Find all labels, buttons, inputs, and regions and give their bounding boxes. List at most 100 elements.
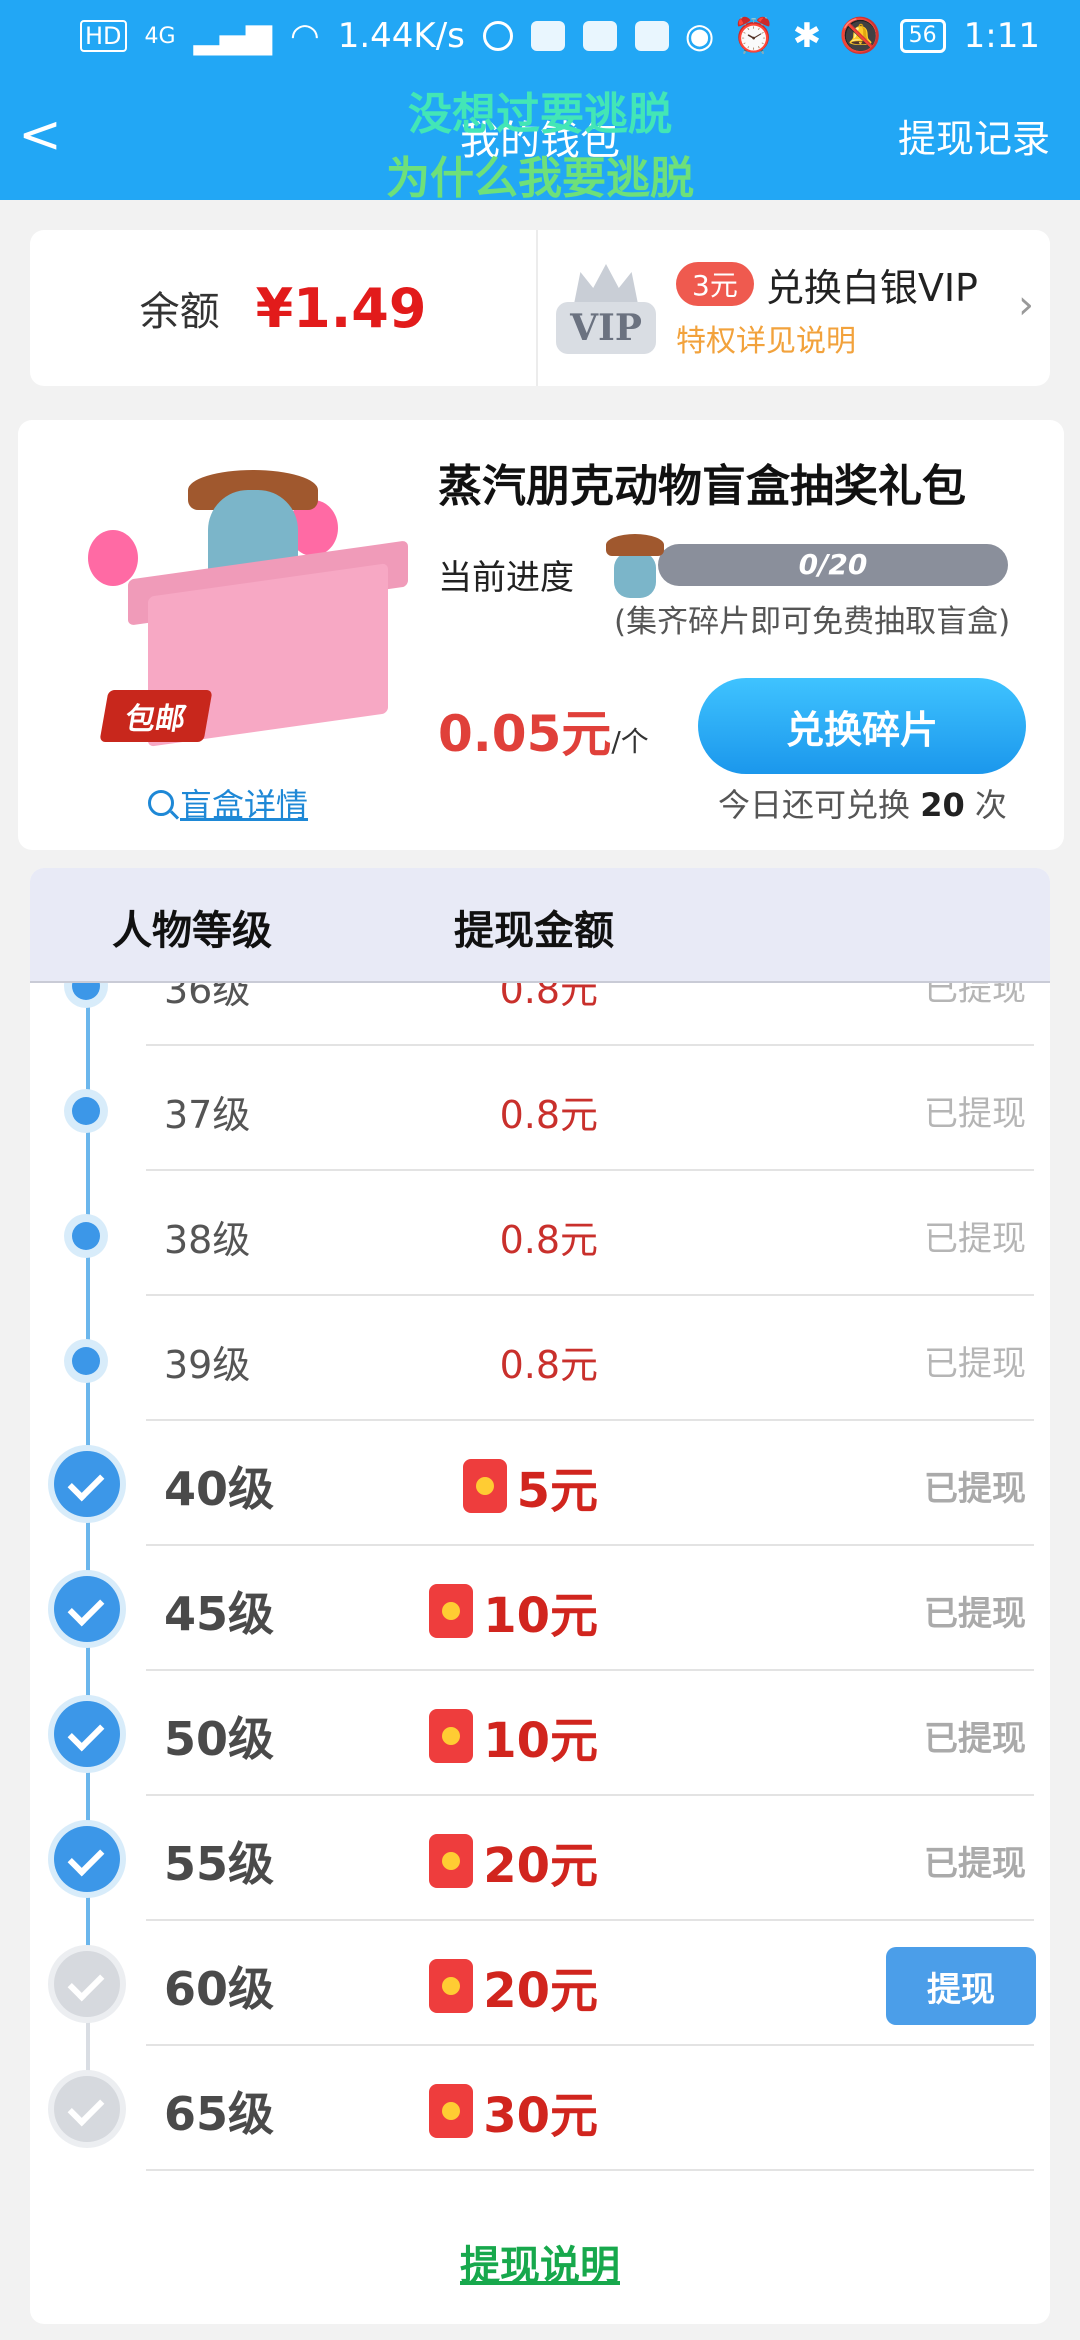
blind-box-detail-label: 盲盒详情: [180, 786, 309, 824]
row-amount: 5元: [516, 1463, 598, 1519]
blind-box-detail-link[interactable]: 盲盒详情: [148, 780, 308, 826]
withdraw-explain-link[interactable]: 提现说明: [30, 2233, 1050, 2291]
row-amount: 0.8元: [499, 983, 598, 1012]
app-notification-icon: [482, 21, 513, 51]
timeline-dot-icon: [64, 1339, 108, 1383]
withdraw-record-link[interactable]: 提现记录: [898, 108, 1050, 163]
progress-text: 0/20: [798, 548, 868, 581]
row-level: 36级: [164, 983, 251, 1012]
row-amount-group: 20元: [429, 1951, 598, 2021]
unit-price-value: 0.05元: [438, 705, 612, 763]
row-amount: 0.8元: [499, 1218, 598, 1262]
row-level: 38级: [164, 1218, 251, 1262]
clock: 1:11: [963, 16, 1040, 56]
red-envelope-icon: [429, 1584, 474, 1638]
red-envelope-icon: [462, 1459, 507, 1513]
row-status: 已提现: [924, 1594, 1026, 1634]
bluetooth-icon: ✱: [792, 16, 822, 56]
vip-title: 兑换白银VIP: [765, 265, 978, 310]
timeline-dot-icon: [64, 983, 108, 1008]
free-shipping-tag: 包邮: [99, 690, 213, 742]
red-envelope-icon: [429, 1709, 474, 1763]
vip-subtitle: 特权详见说明: [676, 323, 856, 359]
vip-badge-icon: VIP: [556, 258, 656, 358]
table-row: 36级 0.8元 已提现: [30, 983, 1050, 1046]
level-withdraw-card: 人物等级 提现金额 36级 0.8元 已提现 37级 0.8元 已提现 38级 …: [30, 868, 1050, 2324]
vip-exchange-entry[interactable]: VIP 3元 兑换白银VIP 特权详见说明 ›: [538, 230, 1050, 386]
row-level: 40级: [164, 1462, 275, 1516]
table-header: 人物等级 提现金额: [30, 868, 1050, 983]
table-row: 65级 30元: [30, 2046, 1050, 2171]
eye-icon: ◉: [684, 16, 715, 56]
table-row: 55级 20元 已提现: [30, 1796, 1050, 1921]
timeline-dot-icon: [64, 1214, 108, 1258]
battery-icon: 56: [899, 19, 946, 53]
row-status: 已提现: [924, 1344, 1026, 1384]
exchange-remaining: 今日还可兑换 20 次: [718, 780, 1007, 826]
app-notification-icon: [530, 21, 565, 51]
check-circle-icon: [54, 1576, 120, 1642]
status-bar: HD 4G ▂▄▆ ◠ 1.44K/s ◉ ⏰ ✱ 🔕 56 1:11: [0, 0, 1080, 72]
exchange-remaining-count: 20: [920, 786, 965, 824]
row-status: 已提现: [924, 1094, 1026, 1134]
row-status: 已提现: [924, 1719, 1026, 1759]
unit-price-suffix: /个: [611, 725, 649, 758]
balloon-icon: [88, 530, 138, 586]
red-envelope-icon: [429, 2084, 474, 2138]
red-envelope-icon: [429, 1959, 474, 2013]
withdraw-button[interactable]: 提现: [886, 1947, 1036, 2025]
row-level: 39级: [164, 1343, 251, 1387]
blind-box-title: 蒸汽朋克动物盲盒抽奖礼包: [438, 461, 966, 512]
progress-label: 当前进度: [438, 558, 574, 598]
blind-box-card: 包邮 盲盒详情 蒸汽朋克动物盲盒抽奖礼包 当前进度 0/20 (集齐碎片即可免费…: [18, 420, 1064, 850]
row-amount: 20元: [483, 1838, 598, 1894]
row-amount-group: 20元: [429, 1826, 598, 1896]
wifi-icon: ◠: [290, 16, 320, 56]
row-level: 45级: [164, 1587, 275, 1641]
cat-avatar-icon: [602, 532, 668, 602]
row-level: 65级: [164, 2087, 275, 2141]
top-bar: HD 4G ▂▄▆ ◠ 1.44K/s ◉ ⏰ ✱ 🔕 56 1:11 < 我的…: [0, 0, 1080, 204]
check-circle-icon: [54, 1451, 120, 1517]
row-status: 已提现: [924, 1469, 1026, 1509]
unit-price: 0.05元/个: [438, 694, 649, 766]
signal-label: 4G: [144, 23, 176, 49]
row-amount-group: 10元: [429, 1701, 598, 1771]
chevron-right-icon: ›: [1018, 282, 1034, 328]
vip-badge-text: VIP: [556, 302, 656, 354]
timeline-dot-icon: [64, 1089, 108, 1133]
check-circle-icon: [54, 1826, 120, 1892]
exchange-fragment-button[interactable]: 兑换碎片: [698, 678, 1026, 774]
check-circle-icon: [54, 1951, 120, 2017]
row-amount: 0.8元: [499, 1093, 598, 1137]
row-amount-group: 5元: [462, 1451, 598, 1521]
row-level: 37级: [164, 1093, 251, 1137]
row-amount-group: 10元: [429, 1576, 598, 1646]
row-level: 50级: [164, 1712, 275, 1766]
table-row: 45级 10元 已提现: [30, 1546, 1050, 1671]
mute-icon: 🔕: [839, 16, 882, 56]
level-list[interactable]: 36级 0.8元 已提现 37级 0.8元 已提现 38级 0.8元 已提现 3…: [30, 983, 1050, 2223]
table-row: 38级 0.8元 已提现: [30, 1171, 1050, 1296]
row-status: 已提现: [924, 1844, 1026, 1884]
row-amount-group: 30元: [429, 2076, 598, 2146]
exchange-remaining-prefix: 今日还可兑换: [718, 786, 911, 824]
row-amount: 20元: [483, 1963, 598, 2019]
table-row: 40级 5元 已提现: [30, 1421, 1050, 1546]
column-header-amount: 提现金额: [454, 908, 614, 954]
row-level: 55级: [164, 1837, 275, 1891]
row-status: 已提现: [924, 983, 1026, 1009]
check-circle-icon: [54, 1701, 120, 1767]
table-row: 37级 0.8元 已提现: [30, 1046, 1050, 1171]
balance-value: ¥1.49: [255, 276, 427, 340]
vip-price-tag: 3元: [676, 262, 754, 306]
row-amount: 0.8元: [499, 1343, 598, 1387]
row-amount: 30元: [483, 2088, 598, 2144]
row-status: 已提现: [924, 1219, 1026, 1259]
exchange-remaining-suffix: 次: [974, 786, 1007, 824]
progress-hint: (集齐碎片即可免费抽取盲盒): [614, 604, 1011, 640]
app-notification-icon: [634, 21, 669, 51]
hd-icon: HD: [80, 20, 127, 52]
table-row: 50级 10元 已提现: [30, 1671, 1050, 1796]
balance-label: 余额: [139, 289, 220, 335]
